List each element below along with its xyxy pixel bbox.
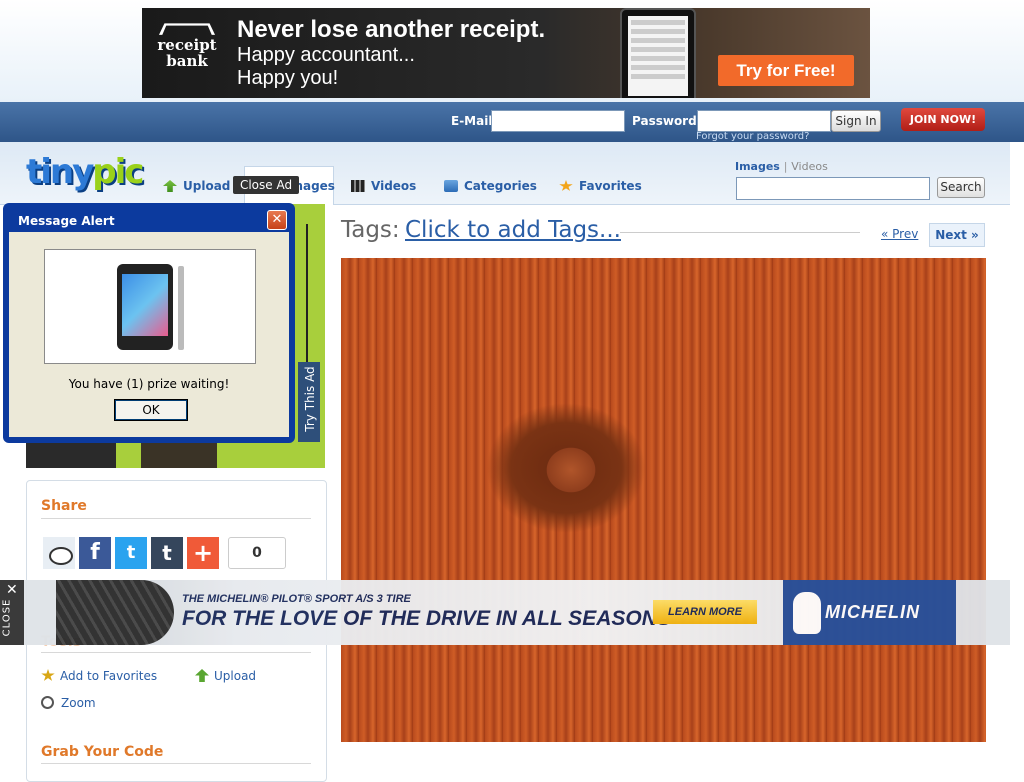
michelin-ad-line1: THE MICHELIN® PILOT® SPORT A/S 3 TIRE — [182, 593, 411, 605]
phone-image — [620, 8, 696, 98]
michelin-brand: MICHELIN — [825, 602, 920, 622]
nav-videos-label: Videos — [371, 179, 417, 193]
tinypic-logo[interactable]: tinypic — [26, 152, 144, 192]
logo-line2: bank — [166, 52, 208, 70]
arrow-up-icon — [163, 180, 177, 192]
alert-title: Message Alert — [18, 214, 115, 228]
nav-categories-label: Categories — [464, 179, 537, 193]
search-button[interactable]: Search — [937, 177, 985, 198]
alert-close-button[interactable]: ✕ — [267, 210, 287, 230]
nav-upload-label: Upload — [183, 179, 231, 193]
reddit-icon[interactable] — [43, 537, 75, 569]
michelin-logo: MICHELIN — [783, 580, 956, 645]
share-heading: Share — [41, 498, 87, 514]
add-to-favorites-link[interactable]: Add to Favorites — [41, 669, 157, 683]
add-tags-link[interactable]: Click to add Tags... — [405, 217, 621, 243]
tools-upload-label: Upload — [214, 669, 257, 683]
nav-upload[interactable]: Upload — [163, 176, 230, 196]
tools-upload-link[interactable]: Upload — [195, 669, 256, 683]
try-this-ad-label: Try This Ad — [303, 366, 317, 432]
learn-more-button[interactable]: LEARN MORE — [653, 600, 757, 624]
close-ad-tooltip[interactable]: Close Ad — [233, 176, 299, 194]
magnifier-icon — [41, 696, 54, 709]
alert-message: You have (1) prize waiting! — [68, 377, 230, 391]
receipt-bank-logo: receipt bank — [150, 22, 224, 78]
michelin-ad-line2: FOR THE LOVE OF THE DRIVE IN ALL SEASONS — [182, 607, 671, 630]
twitter-icon[interactable]: t — [115, 537, 147, 569]
password-field[interactable] — [697, 110, 831, 132]
add-to-favorites-label: Add to Favorites — [60, 669, 158, 683]
nav-videos[interactable]: Videos — [351, 176, 416, 196]
close-ad-label: CLOSE — [1, 598, 13, 637]
phone-side — [178, 266, 184, 350]
search-type-switch: Images | Videos — [735, 160, 828, 173]
logo-part-b: pic — [92, 152, 144, 192]
logo-part-a: tiny — [26, 152, 94, 192]
nav-categories[interactable]: Categories — [444, 176, 537, 196]
michelin-ad[interactable]: THE MICHELIN® PILOT® SPORT A/S 3 TIRE FO… — [56, 580, 956, 645]
password-label: Password: — [632, 114, 702, 128]
share-divider — [41, 518, 311, 519]
message-alert-dialog: Message Alert ✕ You have (1) prize waiti… — [3, 203, 295, 443]
tumblr-icon[interactable]: t — [151, 537, 183, 569]
star-plus-icon — [41, 669, 55, 681]
michelin-man-icon — [793, 592, 821, 634]
ad-line2: Happy accountant... — [237, 44, 415, 66]
grab-code-heading: Grab Your Code — [41, 744, 164, 760]
next-button[interactable]: Next » — [929, 223, 985, 247]
alert-ok-button[interactable]: OK — [114, 399, 188, 421]
folder-icon — [444, 180, 458, 192]
phone-front — [117, 264, 173, 350]
try-this-ad-tab[interactable]: Try This Ad — [298, 362, 320, 442]
phone-prize-image — [44, 249, 256, 364]
nav-favorites-label: Favorites — [579, 179, 642, 193]
search-images-option[interactable]: Images — [735, 160, 780, 173]
email-field[interactable] — [491, 110, 625, 132]
close-ad-button[interactable]: ✕ CLOSE — [0, 580, 24, 645]
ad-headline: Never lose another receipt. — [237, 16, 546, 43]
try-for-free-button[interactable]: Try for Free! — [718, 55, 854, 86]
main-image-wood[interactable] — [341, 258, 986, 742]
prev-link[interactable]: « Prev — [881, 227, 918, 241]
search-separator: | — [783, 160, 788, 173]
logo-line1: receipt — [157, 36, 217, 54]
tire-image — [56, 580, 174, 645]
arrow-up-icon — [195, 669, 209, 682]
zoom-label: Zoom — [61, 696, 96, 710]
zoom-link[interactable]: Zoom — [41, 696, 96, 710]
film-icon — [351, 180, 365, 192]
search-input[interactable] — [736, 177, 930, 200]
tools-divider — [41, 652, 311, 653]
close-icon: ✕ — [6, 582, 18, 598]
forgot-password-link[interactable]: Forgot your password? — [696, 131, 809, 142]
share-count: 0 — [228, 537, 286, 569]
grab-divider — [41, 763, 311, 764]
facebook-icon[interactable]: f — [79, 537, 111, 569]
nav-favorites[interactable]: Favorites — [559, 176, 642, 196]
tags-label: Tags: — [341, 217, 400, 243]
tags-divider — [620, 232, 860, 233]
star-icon — [559, 180, 573, 191]
receipt-bank-ad[interactable]: receipt bank Never lose another receipt.… — [142, 8, 870, 98]
search-videos-option[interactable]: Videos — [791, 160, 828, 173]
bottom-ad-bar: ✕ CLOSE THE MICHELIN® PILOT® SPORT A/S 3… — [0, 580, 1010, 645]
sign-in-button[interactable]: Sign In — [831, 110, 881, 132]
join-now-button[interactable]: JOIN NOW! — [901, 108, 985, 131]
alert-body: You have (1) prize waiting! OK — [9, 232, 289, 437]
plus-icon[interactable]: + — [187, 537, 219, 569]
ad-line3: Happy you! — [237, 67, 339, 89]
